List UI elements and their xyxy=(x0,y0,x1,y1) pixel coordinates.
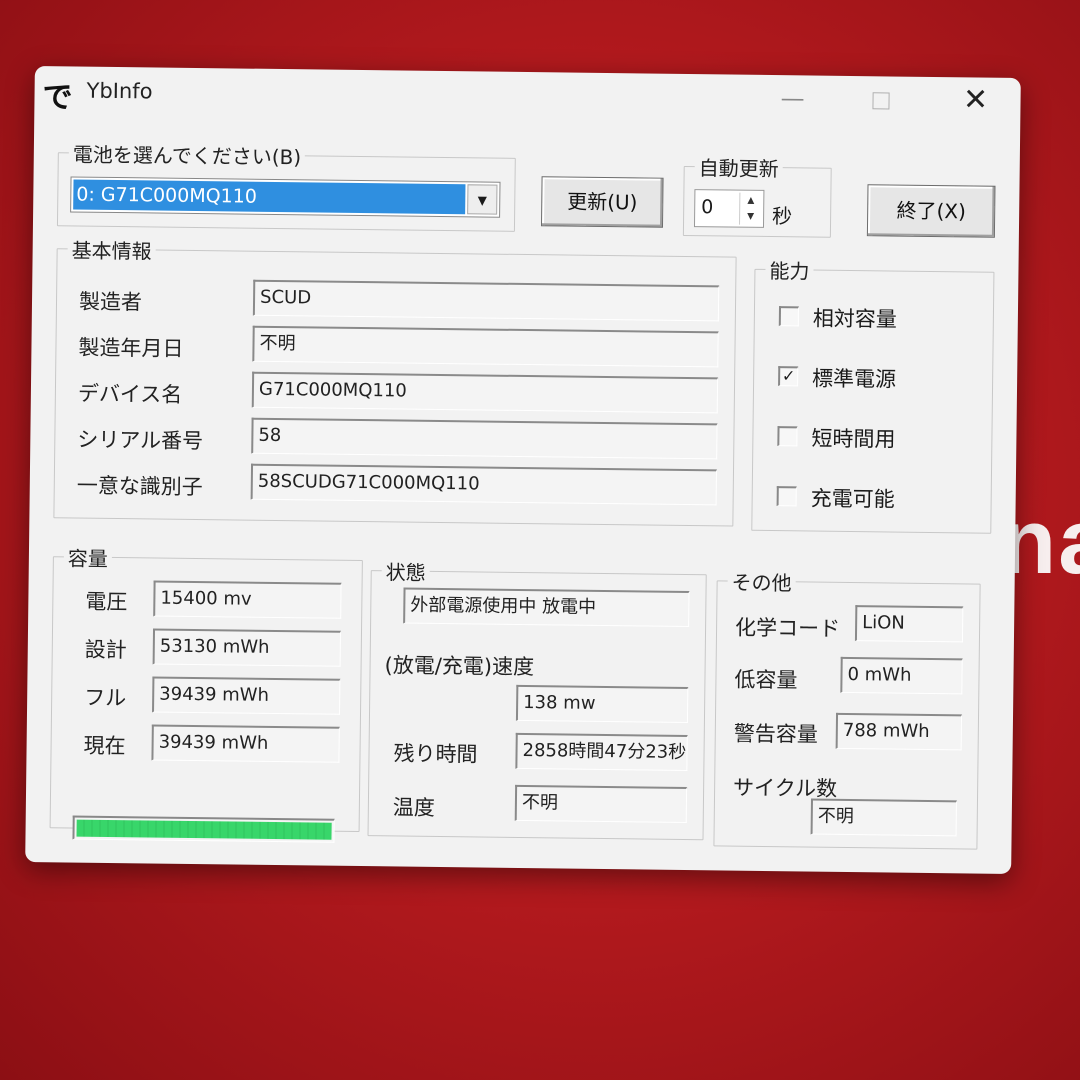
current-capacity-field: 39439 mWh xyxy=(151,724,340,763)
checkbox-label: 短時間用 xyxy=(811,426,896,452)
full-capacity-label: フル xyxy=(84,685,127,711)
checkbox[interactable] xyxy=(778,306,800,327)
other-legend: その他 xyxy=(727,566,796,597)
remaining-time-label: 残り時間 xyxy=(393,741,478,767)
chemistry-code-field: LiON xyxy=(854,605,964,643)
voltage-label: 電圧 xyxy=(85,589,128,615)
rate-label: (放電/充電)速度 xyxy=(384,653,535,680)
auto-refresh-value: 0 xyxy=(701,196,714,219)
charge-progress-fill xyxy=(76,819,332,840)
battery-select-group: 電池を選んでください(B) 0: G71C000MQ110 ▼ xyxy=(56,138,516,232)
basic-info-group: 基本情報 製造者 SCUD 製造年月日 不明 デバイス名 G71C000MQ11… xyxy=(53,234,737,527)
low-capacity-field: 0 mWh xyxy=(840,656,963,695)
battery-select-legend: 電池を選んでください(B) xyxy=(68,138,306,171)
design-capacity-label: 設計 xyxy=(84,637,127,663)
rate-field: 138 mw xyxy=(515,684,689,724)
status-legend: 状態 xyxy=(381,556,430,586)
temperature-label: 温度 xyxy=(392,795,436,820)
unique-id-label: 一意な識別子 xyxy=(76,473,203,500)
manufacturer-field: SCUD xyxy=(252,279,720,322)
serial-number-label: シリアル番号 xyxy=(77,427,204,454)
checkbox-label: 標準電源 xyxy=(811,366,897,392)
spin-down-icon[interactable]: ▼ xyxy=(740,209,761,225)
auto-refresh-unit: 秒 xyxy=(771,204,793,229)
capability-legend: 能力 xyxy=(765,254,814,285)
checkbox[interactable]: ✓ xyxy=(778,366,799,387)
power-state-field: 外部電源使用中 放電中 xyxy=(403,587,690,628)
manufacture-date-label: 製造年月日 xyxy=(78,335,184,361)
spin-up-icon[interactable]: ▲ xyxy=(740,193,761,209)
chemistry-code-label: 化学コード xyxy=(734,615,841,641)
status-group: 状態 外部電源使用中 放電中 (放電/充電)速度 138 mw 残り時間 285… xyxy=(367,556,707,841)
refresh-button[interactable]: 更新(U) xyxy=(540,176,664,228)
capacity-group: 容量 電圧 15400 mv 設計 53130 mWh フル 39439 mWh… xyxy=(49,542,363,843)
minimize-button[interactable]: — xyxy=(769,79,815,118)
warning-capacity-label: 警告容量 xyxy=(733,721,818,747)
exit-button[interactable]: 終了(X) xyxy=(866,184,996,238)
device-name-label: デバイス名 xyxy=(77,381,183,407)
unique-id-field: 58SCUDG71C000MQ110 xyxy=(250,463,718,506)
ybinfo-window: で YbInfo — ✕ 電池を選んでください(B) 0: G71C000MQ1… xyxy=(25,66,1021,874)
checkbox-label: 相対容量 xyxy=(812,306,898,332)
low-capacity-label: 低容量 xyxy=(734,667,798,693)
auto-refresh-input[interactable]: 0 ▲ ▼ xyxy=(693,189,765,228)
temperature-field: 不明 xyxy=(514,784,688,824)
checkbox[interactable] xyxy=(777,426,798,447)
checkbox[interactable] xyxy=(776,486,797,507)
auto-refresh-legend: 自動更新 xyxy=(694,152,783,183)
current-capacity-label: 現在 xyxy=(83,733,126,759)
auto-refresh-spinner[interactable]: ▲ ▼ xyxy=(739,192,762,225)
voltage-field: 15400 mv xyxy=(153,580,342,619)
close-button[interactable]: ✕ xyxy=(952,81,998,120)
full-capacity-field: 39439 mWh xyxy=(152,676,341,715)
battery-dropdown[interactable]: 0: G71C000MQ110 ▼ xyxy=(70,176,501,218)
basic-info-legend: 基本情報 xyxy=(67,234,156,265)
device-name-field: G71C000MQ110 xyxy=(251,371,719,414)
title-bar[interactable]: で YbInfo — ✕ xyxy=(34,66,1021,128)
capacity-legend: 容量 xyxy=(63,542,113,572)
design-capacity-field: 53130 mWh xyxy=(152,628,342,667)
maximize-button[interactable] xyxy=(857,80,903,119)
charge-progress-bar xyxy=(72,815,335,843)
window-title: YbInfo xyxy=(86,78,153,104)
manufacture-date-field: 不明 xyxy=(252,325,719,368)
battery-dropdown-value: 0: G71C000MQ110 xyxy=(73,179,466,215)
auto-refresh-group: 自動更新 0 ▲ ▼ 秒 xyxy=(682,152,832,238)
capability-group: 能力 相対容量 ✓ 標準電源 短時間用 充電可能 xyxy=(751,254,995,534)
chevron-down-icon[interactable]: ▼ xyxy=(467,184,498,215)
cycle-count-field: 不明 xyxy=(810,798,957,837)
other-group: その他 化学コード LiON 低容量 0 mWh 警告容量 788 mWh サイ… xyxy=(713,566,981,850)
manufacturer-label: 製造者 xyxy=(78,289,143,315)
remaining-time-field: 2858時間47分23秒 xyxy=(515,732,688,772)
maximize-icon xyxy=(871,91,890,109)
serial-number-field: 58 xyxy=(251,417,718,460)
warning-capacity-field: 788 mWh xyxy=(835,712,963,751)
app-icon: で xyxy=(42,80,73,116)
checkbox-label: 充電可能 xyxy=(810,486,895,512)
